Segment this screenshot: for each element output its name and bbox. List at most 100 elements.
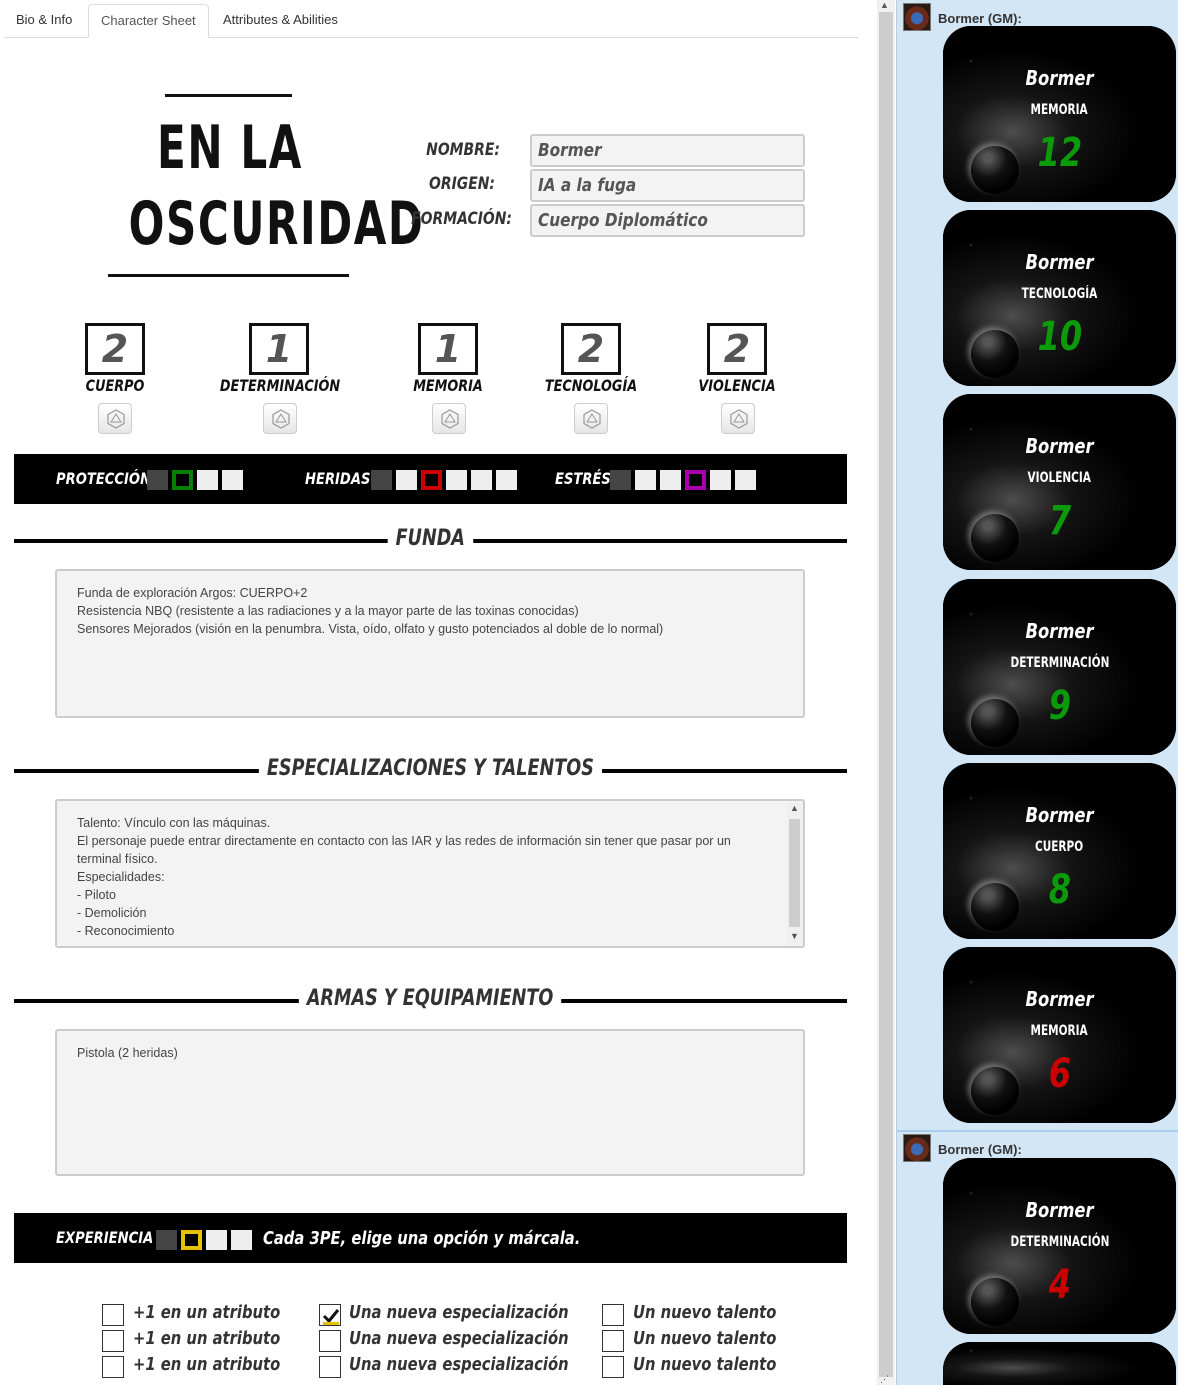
atributo-checkbox-3[interactable] — [102, 1356, 124, 1378]
scroll-down-icon[interactable]: ▼ — [790, 931, 799, 941]
nombre-value: Bormer — [538, 140, 602, 161]
roll-card-name: Bormer — [1025, 619, 1094, 643]
tecnologia-roll-button[interactable] — [574, 403, 608, 434]
estres-box-4-marked[interactable] — [685, 470, 706, 490]
heridas-box-3-marked[interactable] — [421, 470, 442, 490]
especializaciones-scroll-thumb[interactable] — [789, 819, 800, 927]
trackers-bar: PROTECCIÓN HERIDAS ESTRÉS — [14, 454, 847, 504]
especializaciones-scrollbar[interactable]: ▲ ▼ — [787, 803, 802, 945]
heridas-box-2[interactable] — [396, 470, 417, 490]
atributo-checkbox-1[interactable] — [102, 1304, 124, 1326]
talento-checkbox-1[interactable] — [602, 1304, 624, 1326]
estres-box-3[interactable] — [660, 470, 681, 490]
tab-attributes-abilities[interactable]: Attributes & Abilities — [211, 4, 350, 38]
estres-box-6[interactable] — [735, 470, 756, 490]
atributo-checkbox-2[interactable] — [102, 1330, 124, 1352]
proteccion-box-1[interactable] — [147, 470, 168, 490]
atributo-option-label: +1 en un atributo — [133, 1354, 281, 1375]
logo-bottom-rule — [108, 274, 349, 277]
roll-card-result: 7 — [1048, 498, 1071, 544]
estres-box-1[interactable] — [610, 470, 631, 490]
chat-sender: Bormer (GM): — [938, 1142, 1022, 1157]
nombre-label: NOMBRE: — [426, 140, 500, 160]
scroll-up-icon[interactable]: ▲ — [880, 0, 889, 10]
armas-title: ARMAS Y EQUIPAMIENTO — [14, 986, 847, 1011]
heridas-label: HERIDAS — [305, 469, 371, 488]
sheet-scrollbar[interactable]: ▲ ⋰ — [877, 0, 895, 1385]
experiencia-box-2-marked[interactable] — [181, 1230, 202, 1250]
scroll-up-icon[interactable]: ▲ — [790, 803, 799, 813]
origen-field[interactable]: IA a la fuga — [530, 169, 805, 202]
roll-card: Bormer TECNOLOGÍA 10 — [943, 210, 1176, 386]
talento-checkbox-3[interactable] — [602, 1356, 624, 1378]
estres-label: ESTRÉS — [555, 469, 611, 488]
resize-grip-icon[interactable]: ⋰ — [880, 1374, 889, 1385]
tecnologia-value-box[interactable]: 2 — [561, 323, 621, 375]
chat-log: Bormer (GM): Bormer MEMORIA 12 Bormer TE… — [896, 0, 1178, 1385]
logo-line-2: OSCURIDAD — [128, 189, 425, 259]
roll-card-result: 4 — [1048, 1262, 1071, 1308]
cuerpo-roll-button[interactable] — [98, 403, 132, 434]
proteccion-box-4[interactable] — [222, 470, 243, 490]
experiencia-label: EXPERIENCIA — [56, 1228, 154, 1247]
proteccion-box-2-marked[interactable] — [172, 470, 193, 490]
roll-card: Bormer MEMORIA 12 — [943, 26, 1176, 202]
chat-sender: Bormer (GM): — [938, 11, 1022, 26]
talento-checkbox-2[interactable] — [602, 1330, 624, 1352]
estres-box-5[interactable] — [710, 470, 731, 490]
d20-icon — [730, 409, 748, 429]
especializacion-checkbox-1-checked[interactable] — [319, 1304, 341, 1326]
formacion-field[interactable]: Cuerpo Diplomático — [530, 204, 805, 237]
heridas-box-5[interactable] — [471, 470, 492, 490]
avatar — [903, 3, 931, 31]
roll-card-result: 8 — [1048, 867, 1071, 913]
experiencia-box-4[interactable] — [231, 1230, 252, 1250]
roll-card-attribute: MEMORIA — [1030, 102, 1089, 118]
heridas-box-4[interactable] — [446, 470, 467, 490]
determinacion-value-box[interactable]: 1 — [249, 323, 309, 375]
roll-card: Bormer MEMORIA 6 — [943, 947, 1176, 1123]
d20-icon — [107, 409, 125, 429]
determinacion-roll-button[interactable] — [263, 403, 297, 434]
roll-card: Bormer CUERPO 8 — [943, 763, 1176, 939]
roll-card-attribute: MEMORIA — [1030, 1023, 1089, 1039]
memoria-value-box[interactable]: 1 — [418, 323, 478, 375]
tab-character-sheet[interactable]: Character Sheet — [88, 4, 209, 38]
roll-card: Bormer VIOLENCIA 7 — [943, 394, 1176, 570]
experience-bar: EXPERIENCIA Cada 3PE, elige una opción y… — [14, 1213, 847, 1263]
violencia-value-box[interactable]: 2 — [707, 323, 767, 375]
roll-card-name: Bormer — [1025, 250, 1094, 274]
violencia-label: VIOLENCIA — [698, 376, 776, 395]
atributo-option-label: +1 en un atributo — [133, 1328, 281, 1349]
nombre-field[interactable]: Bormer — [530, 134, 805, 167]
checkmark-icon — [322, 1309, 340, 1325]
estres-box-2[interactable] — [635, 470, 656, 490]
roll-card: Bormer DETERMINACIÓN 9 — [943, 579, 1176, 755]
proteccion-box-3[interactable] — [197, 470, 218, 490]
sheet-scroll-thumb[interactable] — [879, 12, 893, 1377]
d20-icon — [441, 409, 459, 429]
cuerpo-label: CUERPO — [85, 376, 145, 395]
cuerpo-value-box[interactable]: 2 — [85, 323, 145, 375]
especializacion-option-label: Una nueva especialización — [349, 1354, 569, 1375]
funda-textarea[interactable]: Funda de exploración Argos: CUERPO+2 Res… — [55, 569, 805, 718]
heridas-box-1[interactable] — [371, 470, 392, 490]
experiencia-box-3[interactable] — [206, 1230, 227, 1250]
especializacion-option-label: Una nueva especialización — [349, 1328, 569, 1349]
roll-card-attribute: CUERPO — [1035, 839, 1084, 855]
violencia-roll-button[interactable] — [721, 403, 755, 434]
tab-bio-info[interactable]: Bio & Info — [4, 4, 84, 38]
roll-card-name: Bormer — [1025, 987, 1094, 1011]
especializacion-checkbox-3[interactable] — [319, 1356, 341, 1378]
roll-card-name: Bormer — [1025, 803, 1094, 827]
experiencia-box-1[interactable] — [156, 1230, 177, 1250]
heridas-box-6[interactable] — [496, 470, 517, 490]
especializaciones-textarea[interactable]: Talento: Vínculo con las máquinas. El pe… — [55, 799, 805, 948]
roll-card-name: Bormer — [1025, 1198, 1094, 1222]
roll-card-attribute: DETERMINACIÓN — [1010, 655, 1109, 671]
especializacion-checkbox-2[interactable] — [319, 1330, 341, 1352]
roll-card-attribute: VIOLENCIA — [1027, 470, 1092, 486]
memoria-roll-button[interactable] — [432, 403, 466, 434]
logo-line-1: EN LA — [157, 113, 303, 183]
armas-textarea[interactable]: Pistola (2 heridas) — [55, 1029, 805, 1176]
